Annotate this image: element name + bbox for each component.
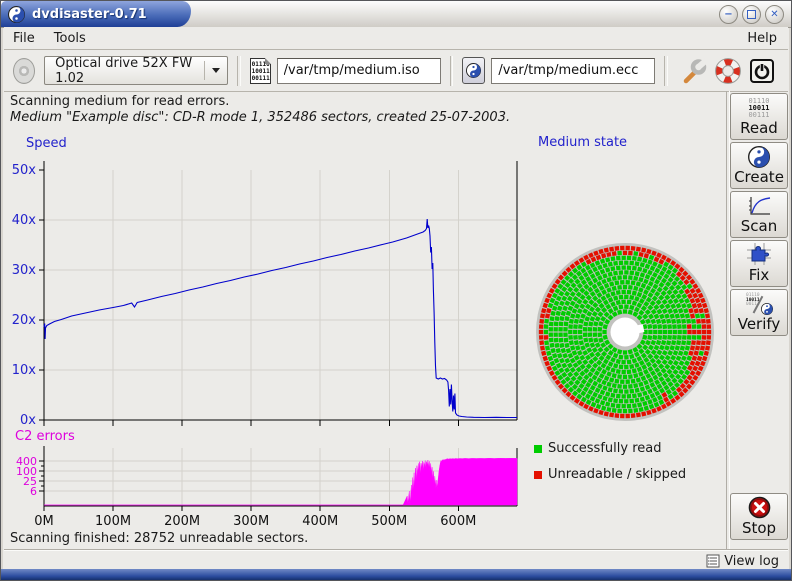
yin-yang-icon	[748, 146, 770, 168]
toolbar: Optical drive 52X FW 1.02 01110 10011 00…	[4, 50, 788, 92]
medium-state-title: Medium state	[538, 135, 627, 150]
speed-y-tick-label: 10x	[12, 363, 37, 378]
verify-compare-icon: 011101001100111	[744, 293, 774, 315]
speed-y-tick-label: 0x	[20, 413, 36, 428]
status-message: Scanning medium for read errors.	[10, 94, 229, 109]
create-button[interactable]: Create	[730, 142, 788, 189]
drive-selector-dropdown[interactable]: Optical drive 52X FW 1.02	[44, 56, 228, 85]
c2-y-tick-label: 400	[16, 455, 37, 468]
x-axis-tick-label: 300M	[233, 514, 269, 529]
legend-swatch-green	[534, 445, 542, 453]
c2-area-series	[44, 458, 517, 505]
ecc-file-icon	[462, 57, 485, 84]
x-axis-tick-label: 600M	[440, 514, 476, 529]
speed-y-tick-label: 50x	[12, 163, 37, 178]
medium-state-disc	[536, 243, 714, 421]
speed-chart-title: Speed	[26, 136, 67, 151]
speed-y-tick-label: 20x	[12, 313, 37, 328]
view-log-button[interactable]: View log	[706, 554, 779, 569]
speed-line-series	[44, 219, 517, 418]
stop-button[interactable]: Stop	[730, 493, 788, 540]
titlebar[interactable]: dvdisaster-0.71 − ✕	[1, 1, 791, 28]
speed-y-tick-label: 40x	[12, 213, 37, 228]
legend-item-read: Successfully read	[534, 441, 661, 456]
puzzle-piece-icon	[746, 242, 772, 266]
legend-item-unreadable: Unreadable / skipped	[534, 467, 686, 482]
view-log-icon	[706, 554, 720, 568]
drive-selector-value: Optical drive 52X FW 1.02	[55, 56, 194, 86]
cd-drive-icon[interactable]	[13, 58, 35, 84]
scan-button[interactable]: Scan	[730, 191, 788, 238]
menu-help[interactable]: Help	[747, 31, 777, 46]
chevron-down-icon	[212, 68, 220, 73]
speed-y-tick-label: 30x	[12, 263, 37, 278]
app-icon	[8, 6, 25, 23]
verify-button[interactable]: 011101001100111 Verify	[730, 289, 788, 336]
x-axis-tick-label: 400M	[302, 514, 338, 529]
minimize-button[interactable]: −	[719, 5, 738, 24]
c2-errors-title: C2 errors	[15, 429, 75, 444]
read-button[interactable]: 011101001100111 Read	[730, 93, 788, 140]
titlebar-tab[interactable]: dvdisaster-0.71	[1, 1, 191, 27]
action-sidebar: 011101001100111 Read Create Scan Fix	[730, 93, 789, 338]
toolbar-separator	[664, 56, 668, 86]
close-button[interactable]: ✕	[765, 5, 784, 24]
c2-errors-chart: 0M 100M 200M 300M 400M 500M 600M 400100256	[16, 446, 517, 529]
menu-file[interactable]: File	[13, 31, 35, 46]
fix-button[interactable]: Fix	[730, 240, 788, 287]
x-axis-tick-label: 500M	[371, 514, 407, 529]
iso-path-input[interactable]	[277, 58, 441, 84]
scan-result-message: Scanning finished: 28752 unreadable sect…	[10, 531, 308, 546]
speed-chart: 0x 10x 20x 30x 40x 50x	[12, 161, 517, 428]
toolbar-separator	[450, 56, 454, 86]
menubar: File Tools Help	[4, 27, 788, 50]
combo-separator	[204, 61, 205, 80]
medium-info: Medium "Example disc": CD-R mode 1, 3524…	[10, 110, 510, 125]
toolbar-separator	[237, 56, 241, 86]
x-axis-tick-label: 0M	[34, 514, 54, 529]
scan-curve-icon	[747, 195, 771, 217]
x-axis-tick-label: 100M	[95, 514, 131, 529]
app-window: dvdisaster-0.71 − ✕ File Tools Help Opti…	[0, 0, 792, 581]
legend-swatch-red	[534, 471, 542, 479]
maximize-button[interactable]	[742, 5, 761, 24]
c2-y-tick-label: 25	[23, 475, 37, 488]
menu-tools[interactable]: Tools	[54, 31, 86, 46]
c2-y-tick-label: 100	[16, 465, 37, 478]
statusbar: View log	[4, 550, 788, 571]
preferences-wrench-icon[interactable]	[681, 58, 707, 84]
ecc-path-input[interactable]	[491, 58, 655, 84]
window-title: dvdisaster-0.71	[32, 7, 147, 22]
quit-power-icon[interactable]	[749, 58, 775, 84]
binary-read-icon: 011101001100111	[748, 98, 769, 119]
iso-file-icon: 01110 10011 00111	[250, 58, 271, 84]
stop-icon	[748, 496, 771, 519]
c2-y-tick-label: 6	[30, 485, 37, 498]
help-lifebuoy-icon[interactable]	[715, 58, 741, 84]
x-axis-tick-label: 200M	[164, 514, 200, 529]
window-bottom-border	[1, 569, 791, 580]
